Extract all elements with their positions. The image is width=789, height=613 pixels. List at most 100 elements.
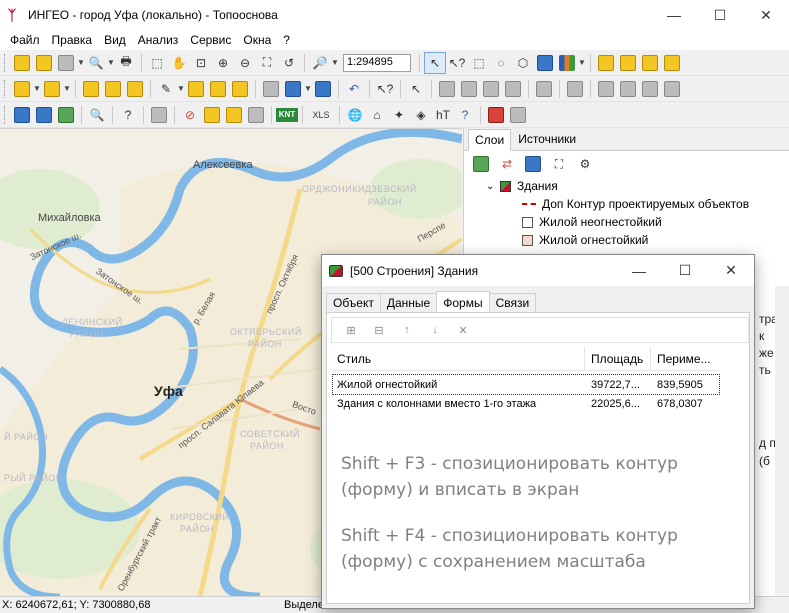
select-area-icon[interactable]: ⬚ xyxy=(146,52,168,74)
zoom-area-icon[interactable]: ⊡ xyxy=(190,52,212,74)
zoom-out-icon[interactable]: ⊖ xyxy=(234,52,256,74)
add-red-icon[interactable] xyxy=(485,104,507,126)
knt-button[interactable]: KNT xyxy=(276,104,298,126)
doc-list-icon[interactable] xyxy=(661,78,683,100)
print-preview-icon[interactable]: 🔍 xyxy=(85,52,107,74)
height-tool-icon[interactable]: hT xyxy=(432,104,454,126)
diamond-icon[interactable]: ◈ xyxy=(410,104,432,126)
network-icon[interactable] xyxy=(245,104,267,126)
edit-z-icon[interactable] xyxy=(639,52,661,74)
dialog-maximize-button[interactable]: ☐ xyxy=(662,255,708,286)
xls-button[interactable]: XLS xyxy=(307,104,335,126)
close-button[interactable]: ✕ xyxy=(743,0,789,30)
move-icon[interactable] xyxy=(185,78,207,100)
form-remove-icon[interactable]: ⊟ xyxy=(370,322,388,338)
layers-stack-icon[interactable] xyxy=(55,52,77,74)
tab-layers[interactable]: Слои xyxy=(468,129,512,151)
chevron-down-icon[interactable]: ▼ xyxy=(177,84,185,93)
align-icon[interactable] xyxy=(55,104,77,126)
chevron-down-icon[interactable]: ▼ xyxy=(107,58,115,67)
form-move-down-icon[interactable]: ↓ xyxy=(426,322,444,338)
help-pointer-icon[interactable]: ↖? xyxy=(374,78,396,100)
globe-icon[interactable]: 🌐 xyxy=(344,104,366,126)
select-rect-icon[interactable]: ⬚ xyxy=(468,52,490,74)
toolbar-grip[interactable] xyxy=(4,53,8,72)
tab-sources[interactable]: Источники xyxy=(511,128,583,150)
menu-service[interactable]: Сервис xyxy=(184,33,237,47)
edit-x-icon[interactable] xyxy=(595,52,617,74)
chevron-down-icon[interactable]: ▼ xyxy=(578,58,586,67)
doc-icon[interactable] xyxy=(507,104,529,126)
rotate-icon[interactable] xyxy=(207,78,229,100)
no-entry-icon[interactable]: ⊘ xyxy=(179,104,201,126)
tab-object[interactable]: Объект xyxy=(326,293,381,313)
edit-y-icon[interactable] xyxy=(617,52,639,74)
menu-analysis[interactable]: Анализ xyxy=(132,33,185,47)
disabled-tool-1-icon[interactable] xyxy=(436,78,458,100)
search-icon[interactable]: 🔍 xyxy=(86,104,108,126)
query-icon[interactable]: ? xyxy=(117,104,139,126)
minimize-button[interactable]: — xyxy=(651,0,697,30)
disabled-tool-2-icon[interactable] xyxy=(458,78,480,100)
draw-pencil-icon[interactable]: ✎ xyxy=(155,78,177,100)
tree-layer-item[interactable]: Жилой неогнестойкий xyxy=(486,213,789,231)
tree-group-buildings[interactable]: ⌄ Здания xyxy=(486,177,789,195)
chevron-down-icon[interactable]: ▼ xyxy=(77,58,85,67)
menu-windows[interactable]: Окна xyxy=(237,33,277,47)
dialog-close-button[interactable]: ✕ xyxy=(708,255,754,286)
dialog-title-bar[interactable]: [500 Строения] Здания — ☐ ✕ xyxy=(322,255,754,286)
object-copy-icon[interactable] xyxy=(41,78,63,100)
zoom-previous-icon[interactable]: ↺ xyxy=(278,52,300,74)
layers-fit-icon[interactable]: ⛶ xyxy=(548,153,570,175)
layers-swap-icon[interactable]: ⇄ xyxy=(496,153,518,175)
chevron-down-icon[interactable]: ▼ xyxy=(304,84,312,93)
column-header-style[interactable]: Стиль xyxy=(333,346,585,371)
select-poly-icon[interactable]: ⬡ xyxy=(512,52,534,74)
edit-node-icon[interactable] xyxy=(80,78,102,100)
toolbar-grip[interactable] xyxy=(4,79,8,98)
chart-icon[interactable] xyxy=(556,52,578,74)
disabled-tool-4-icon[interactable] xyxy=(502,78,524,100)
tab-data[interactable]: Данные xyxy=(379,293,438,313)
tab-links[interactable]: Связи xyxy=(488,293,537,313)
column-header-perimeter[interactable]: Периме... xyxy=(651,347,715,371)
select-layer-icon[interactable] xyxy=(534,52,556,74)
menu-file[interactable]: Файл xyxy=(4,33,46,47)
pointer-select-icon[interactable]: ↖ xyxy=(424,51,446,74)
properties-icon[interactable] xyxy=(312,78,334,100)
form-delete-icon[interactable]: ✕ xyxy=(454,322,472,338)
menu-help[interactable]: ? xyxy=(277,33,296,47)
tree-layer-item[interactable]: Жилой огнестойкий xyxy=(486,231,789,249)
help-icon[interactable]: ? xyxy=(454,104,476,126)
notes-icon[interactable] xyxy=(201,104,223,126)
column-header-area[interactable]: Площадь xyxy=(585,346,651,371)
edit-polygon-icon[interactable] xyxy=(124,78,146,100)
chevron-down-icon[interactable]: ⌄ xyxy=(486,181,500,192)
open-map-icon[interactable] xyxy=(33,52,55,74)
menu-view[interactable]: Вид xyxy=(98,33,132,47)
zoom-in-icon[interactable]: ⊕ xyxy=(212,52,234,74)
maximize-button[interactable]: ☐ xyxy=(697,0,743,30)
panel-scrollbar[interactable] xyxy=(775,286,789,596)
undo-icon[interactable]: ↶ xyxy=(343,78,365,100)
merge-icon[interactable] xyxy=(229,78,251,100)
join-icon[interactable] xyxy=(33,104,55,126)
tree-layer-item[interactable]: Доп Контур проектируемых объектов xyxy=(486,195,789,213)
disabled-tool-6-icon[interactable] xyxy=(564,78,586,100)
pointer-icon[interactable]: ↖ xyxy=(405,78,427,100)
form-move-up-icon[interactable]: ↑ xyxy=(398,322,416,338)
chevron-down-icon[interactable]: ▼ xyxy=(63,84,71,93)
ruler-icon[interactable] xyxy=(223,104,245,126)
menu-edit[interactable]: Правка xyxy=(46,33,99,47)
zoom-extent-icon[interactable]: ⛶ xyxy=(256,52,278,74)
pointer-query-icon[interactable]: ↖? xyxy=(446,52,468,74)
tab-forms[interactable]: Формы xyxy=(436,291,490,313)
pan-hand-icon[interactable]: ✋ xyxy=(168,52,190,74)
scale-input[interactable]: 1:294895 xyxy=(343,53,411,72)
toolbar-grip[interactable] xyxy=(4,105,8,124)
doc-paste-icon[interactable] xyxy=(617,78,639,100)
chevron-down-icon[interactable]: ▼ xyxy=(331,58,339,67)
scale-icon[interactable]: 🔎 xyxy=(309,52,331,74)
chevron-down-icon[interactable]: ▼ xyxy=(33,84,41,93)
dialog-minimize-button[interactable]: — xyxy=(616,255,662,286)
